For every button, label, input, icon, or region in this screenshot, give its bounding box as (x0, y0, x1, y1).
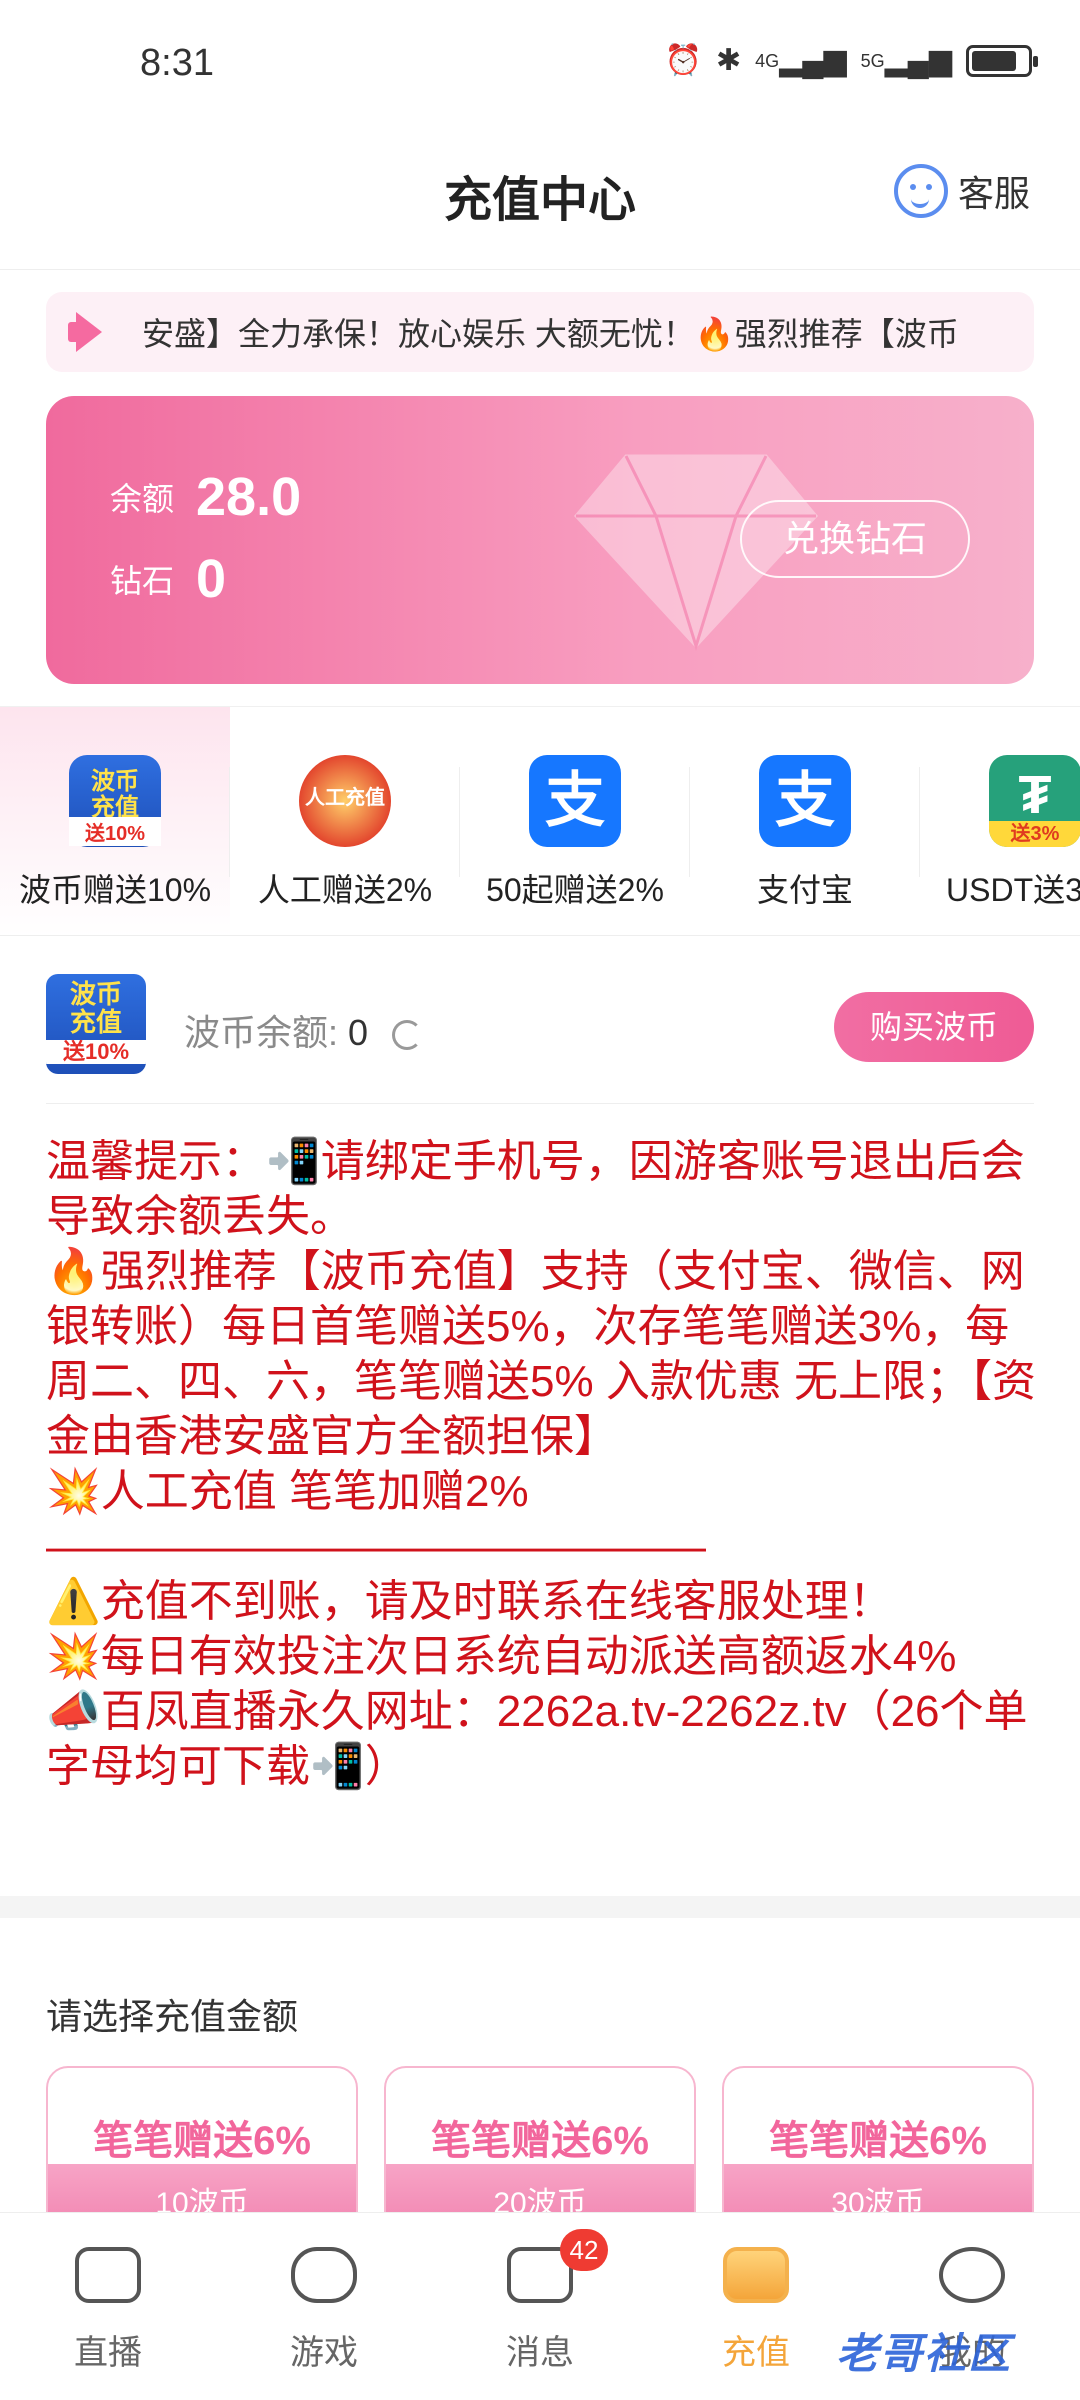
bobi-balance-value: 0 (348, 1012, 369, 1053)
notice-marquee[interactable]: 安盛】全力承保！放心娱乐 大额无忧！🔥强烈推荐【波币 (46, 292, 1034, 372)
pay-method-label: 支付宝 (756, 872, 853, 908)
profile-icon (939, 2247, 1005, 2303)
balance-value: 28.0 (196, 467, 302, 527)
tip-line: ⚠️充值不到账，请及时联系在线客服处理！ (46, 1577, 893, 1626)
amount-card-list: 笔笔赠送6% 10波币 笔笔赠送6% 20波币 笔笔赠送6% 30波币 (46, 2066, 1034, 2212)
pay-method-manual[interactable]: 人工充值 人工赠送2% (230, 707, 460, 935)
signal-4g-icon: 4G▂▄▆ (755, 44, 847, 77)
page-header: 充值中心 客服 (0, 130, 1080, 270)
customer-service-label: 客服 (957, 173, 1030, 214)
exchange-diamond-button[interactable]: 兑换钻石 (740, 500, 970, 578)
customer-service-icon (893, 164, 948, 218)
status-icons: ⏰ ✱ 4G▂▄▆ 5G▂▄▆ (664, 44, 1038, 78)
tip-line: 📣百凤直播永久网址：2262a.tv-2262z.tv（26个单字母均可下载📲） (46, 1687, 1028, 1791)
amount-value: 10波币 (155, 2187, 249, 2212)
nav-label: 充值 (722, 2334, 790, 2372)
payment-method-list: 波币 充值 送10% 波币赠送10% 人工充值 人工赠送2% 支 50起赠送2%… (0, 706, 1080, 936)
balance-row: 余额 28.0 (110, 466, 301, 528)
bobi-balance: 波币余额: 0 (184, 1004, 423, 1056)
tip-line: ——————————————— (46, 1522, 706, 1571)
bobi-icon: 波币 充值 送10% (69, 755, 161, 847)
pay-method-bobi[interactable]: 波币 充值 送10% 波币赠送10% (0, 707, 230, 935)
live-camera-icon (75, 2247, 141, 2303)
recharge-tips: 温馨提示：📲请绑定手机号，因游客账号退出后会导致余额丢失。 🔥强烈推荐【波币充值… (46, 1134, 1038, 1794)
watermark: 老哥社区 (836, 2330, 1013, 2377)
signal-5g-icon: 5G▂▄▆ (860, 44, 952, 77)
amount-card[interactable]: 笔笔赠送6% 10波币 (46, 2066, 358, 2212)
nav-live[interactable]: 直播 (0, 2213, 216, 2400)
pay-method-label: 50起赠送2% (486, 872, 664, 908)
wallet-icon (723, 2247, 789, 2303)
balance-card: 余额 28.0 钻石 0 兑换钻石 (46, 396, 1034, 684)
usdt-icon: ₮ 送3% (989, 755, 1080, 847)
tip-line: 💥每日有效投注次日系统自动派送高额返水4% (46, 1632, 957, 1681)
buy-bobi-button[interactable]: 购买波币 (834, 992, 1034, 1062)
balance-label: 余额 (110, 481, 175, 517)
amount-value: 30波币 (831, 2187, 925, 2212)
gamepad-icon (291, 2247, 357, 2303)
battery-icon (966, 45, 1038, 77)
speaker-icon (68, 312, 118, 352)
pay-method-alipay-50[interactable]: 支 50起赠送2% (460, 707, 690, 935)
amount-bonus: 笔笔赠送6% (431, 2119, 649, 2163)
bobi-balance-label: 波币余额: (184, 1012, 339, 1053)
diamond-row: 钻石 0 (110, 548, 226, 610)
nav-label: 消息 (506, 2334, 574, 2372)
amount-card[interactable]: 笔笔赠送6% 20波币 (384, 2066, 696, 2212)
diamond-label: 钻石 (110, 563, 175, 599)
amount-bonus: 笔笔赠送6% (93, 2119, 311, 2163)
tip-line: 🔥强烈推荐【波币充值】支持（支付宝、微信、网银转账）每日首笔赠送5%，次存笔笔赠… (46, 1247, 1037, 1461)
amount-bonus: 笔笔赠送6% (769, 2119, 987, 2163)
amount-section-title: 请选择充值金额 (46, 1996, 299, 2037)
nav-label: 游戏 (290, 2334, 358, 2372)
refresh-icon[interactable] (392, 1020, 423, 1051)
alipay-icon: 支 (759, 755, 851, 847)
bluetooth-icon: ✱ (716, 44, 742, 77)
pay-method-alipay[interactable]: 支 支付宝 (690, 707, 920, 935)
status-bar: 8:31 ⏰ ✱ 4G▂▄▆ 5G▂▄▆ (0, 0, 1080, 130)
unread-badge: 42 (560, 2229, 608, 2271)
amount-card[interactable]: 笔笔赠送6% 30波币 (722, 2066, 1034, 2212)
pay-method-label: 人工赠送2% (257, 872, 433, 908)
diamond-value: 0 (196, 549, 227, 609)
amount-value: 20波币 (493, 2187, 587, 2212)
tip-line: 💥人工充值 笔笔加赠2% (46, 1467, 529, 1516)
nav-recharge[interactable]: 充值 (648, 2213, 864, 2400)
customer-service-button[interactable]: 客服 (893, 164, 1030, 218)
pay-method-usdt[interactable]: ₮ 送3% USDT送3 (920, 707, 1080, 935)
tip-line: 温馨提示：📲请绑定手机号，因游客账号退出后会导致余额丢失。 (46, 1137, 1025, 1241)
alarm-icon: ⏰ (664, 44, 703, 77)
notice-text: 安盛】全力承保！放心娱乐 大额无忧！🔥强烈推荐【波币 (142, 316, 959, 352)
section-divider (0, 1896, 1080, 1918)
manual-recharge-icon: 人工充值 (299, 755, 391, 847)
pay-method-label: USDT送3 (946, 872, 1080, 908)
status-time: 8:31 (140, 42, 214, 84)
bobi-logo-icon: 波币 充值 送10% (46, 974, 146, 1074)
bobi-balance-row: 波币 充值 送10% 波币余额: 0 购买波币 (46, 974, 1034, 1104)
alipay-icon: 支 (529, 755, 621, 847)
pay-method-label: 波币赠送10% (18, 872, 212, 908)
nav-games[interactable]: 游戏 (216, 2213, 432, 2400)
nav-label: 直播 (74, 2334, 142, 2372)
nav-messages[interactable]: 42 消息 (432, 2213, 648, 2400)
